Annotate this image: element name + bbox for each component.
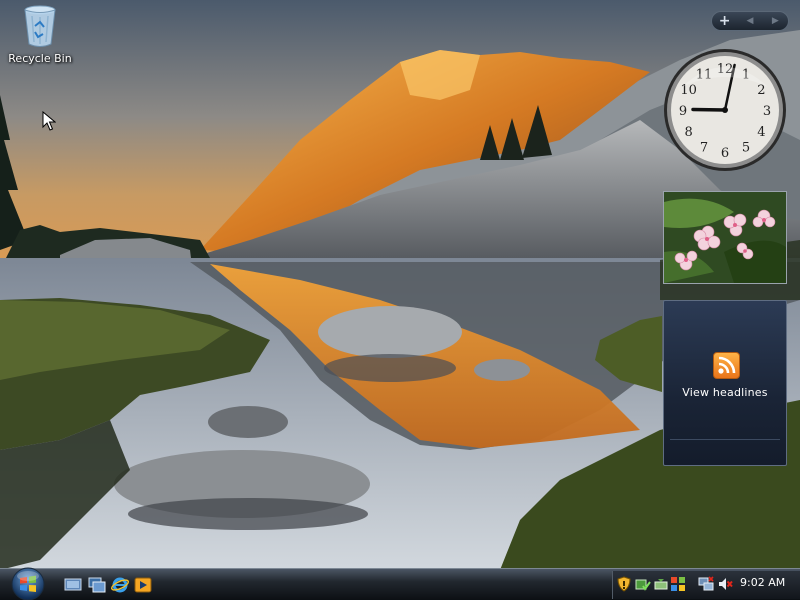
sidebar-controls: + ◀ ▶ xyxy=(711,11,789,31)
gadget-divider xyxy=(670,439,780,440)
clock-numeral: 9 xyxy=(679,104,687,119)
clock-numeral: 3 xyxy=(763,104,771,119)
slideshow-flower-image xyxy=(664,192,786,283)
recycle-bin-desktop-icon[interactable]: Recycle Bin xyxy=(6,4,74,70)
recycle-bin-icon xyxy=(24,5,56,47)
clock-numeral: 5 xyxy=(742,140,750,155)
feed-headlines-gadget[interactable]: View headlines xyxy=(663,300,787,466)
clock-numeral: 8 xyxy=(684,125,692,140)
clock-numeral: 6 xyxy=(721,146,729,161)
internet-explorer-icon[interactable] xyxy=(111,577,129,593)
recycle-bin-label: Recycle Bin xyxy=(8,52,72,65)
switch-windows-icon[interactable] xyxy=(88,577,106,593)
clock-numeral: 7 xyxy=(700,140,708,155)
clock-hour-hand xyxy=(691,107,727,112)
network-check-icon[interactable] xyxy=(635,576,651,592)
safely-remove-icon[interactable] xyxy=(653,576,669,592)
network-icon[interactable] xyxy=(698,576,714,592)
slideshow-gadget[interactable] xyxy=(663,191,787,284)
media-player-icon[interactable] xyxy=(134,577,152,593)
next-gadgets-button[interactable]: ▶ xyxy=(763,12,788,30)
view-headlines-link[interactable]: View headlines xyxy=(664,386,786,399)
desktop[interactable]: Recycle Bin + ◀ ▶ 12 1 2 3 4 5 6 7 8 9 10 11 xyxy=(0,0,800,600)
mouse-pointer-icon xyxy=(42,111,56,131)
taskbar-clock[interactable]: 9:02 AM xyxy=(740,576,785,589)
previous-gadgets-button[interactable]: ◀ xyxy=(737,12,762,30)
clock-face: 12 1234567891011 xyxy=(664,49,786,171)
windows-update-icon[interactable] xyxy=(670,576,686,592)
volume-muted-icon[interactable] xyxy=(717,576,733,592)
show-desktop-icon[interactable] xyxy=(64,577,82,593)
windows-orb-icon[interactable] xyxy=(8,566,48,600)
add-gadget-button[interactable]: + xyxy=(712,12,737,30)
taskbar xyxy=(0,566,800,600)
clock-numeral: 10 xyxy=(680,83,697,98)
clock-gadget[interactable]: 12 1 2 3 4 5 6 7 8 9 10 11 xyxy=(662,47,788,173)
clock-numeral: 4 xyxy=(757,125,765,140)
rss-icon xyxy=(713,352,740,379)
security-shield-icon[interactable] xyxy=(616,576,632,592)
